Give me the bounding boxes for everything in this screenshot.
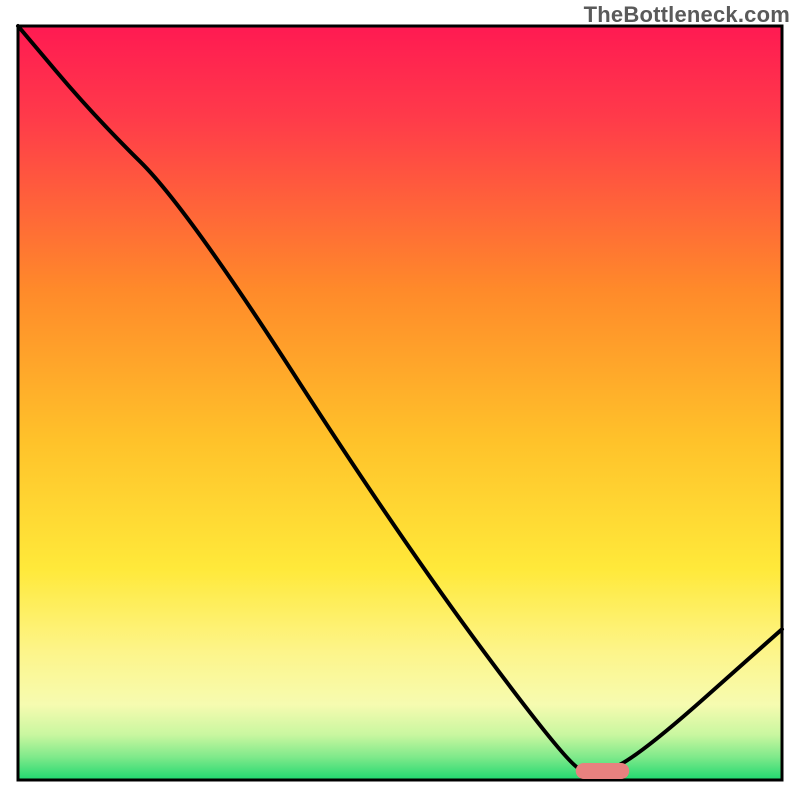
plot-area bbox=[18, 26, 782, 780]
plot-background bbox=[18, 26, 782, 780]
bottleneck-chart bbox=[0, 0, 800, 800]
optimal-marker bbox=[576, 763, 629, 779]
